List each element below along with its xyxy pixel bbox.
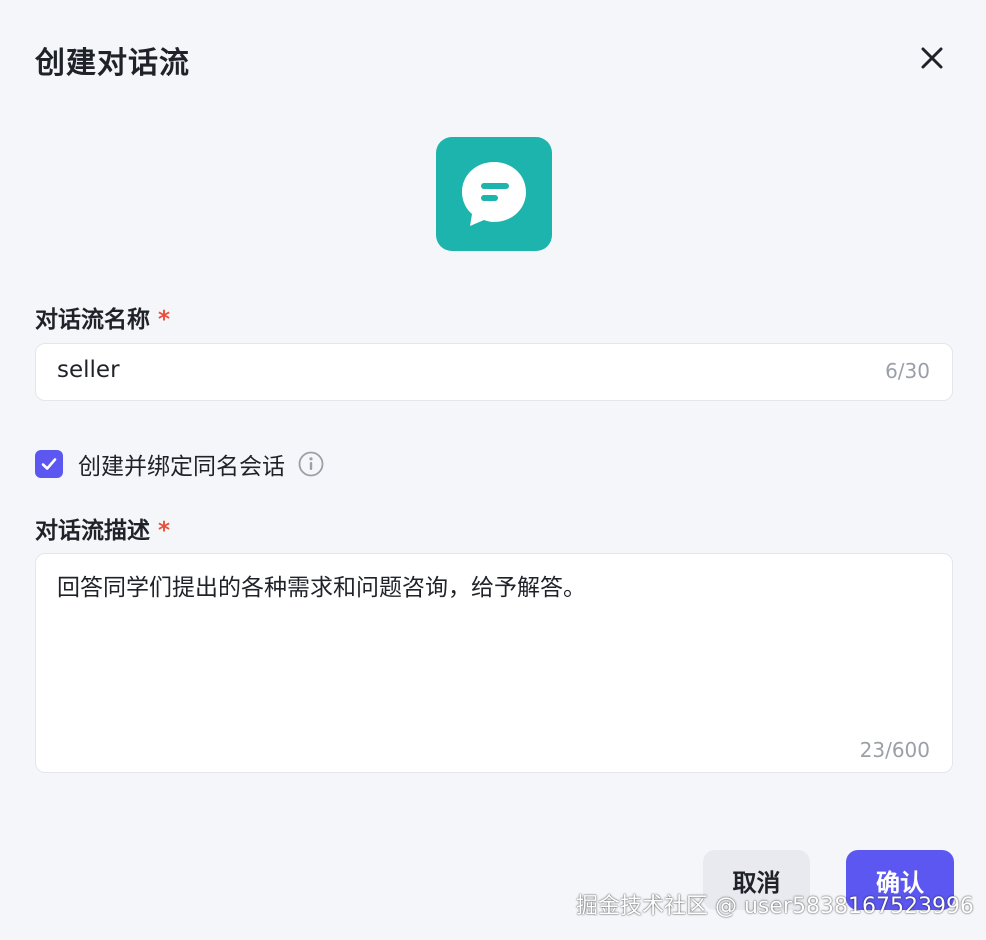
description-char-counter: 23/600 [859, 738, 930, 762]
bind-session-option: 创建并绑定同名会话 [35, 449, 325, 480]
name-field-label: 对话流名称 * [35, 300, 170, 334]
name-field-label-text: 对话流名称 [35, 307, 150, 333]
description-value: 回答同学们提出的各种需求和问题咨询，给予解答。 [57, 575, 586, 601]
required-mark: * [158, 518, 171, 544]
name-char-counter: 6/30 [885, 359, 930, 383]
info-icon[interactable] [297, 450, 325, 478]
create-dialogflow-dialog: 创建对话流 对话流名称 * seller 6/30 创建并绑定同名会话 对话流描… [0, 0, 986, 940]
checkmark-icon [41, 458, 57, 470]
description-field-label-text: 对话流描述 [35, 518, 150, 544]
watermark: 掘金技术社区 @ user5838167523996 [576, 894, 974, 919]
app-avatar[interactable] [436, 137, 552, 251]
close-button[interactable] [912, 38, 952, 78]
name-input-value: seller [57, 357, 120, 383]
chat-bubble-icon [462, 162, 526, 226]
description-field-label: 对话流描述 * [35, 511, 170, 545]
dialog-title: 创建对话流 [35, 46, 190, 81]
description-textarea[interactable]: 回答同学们提出的各种需求和问题咨询，给予解答。 23/600 [35, 553, 953, 773]
bind-session-checkbox[interactable] [35, 450, 63, 478]
bind-session-label: 创建并绑定同名会话 [78, 454, 285, 480]
close-icon [921, 47, 943, 69]
required-mark: * [158, 307, 171, 333]
name-input[interactable]: seller 6/30 [35, 343, 953, 401]
